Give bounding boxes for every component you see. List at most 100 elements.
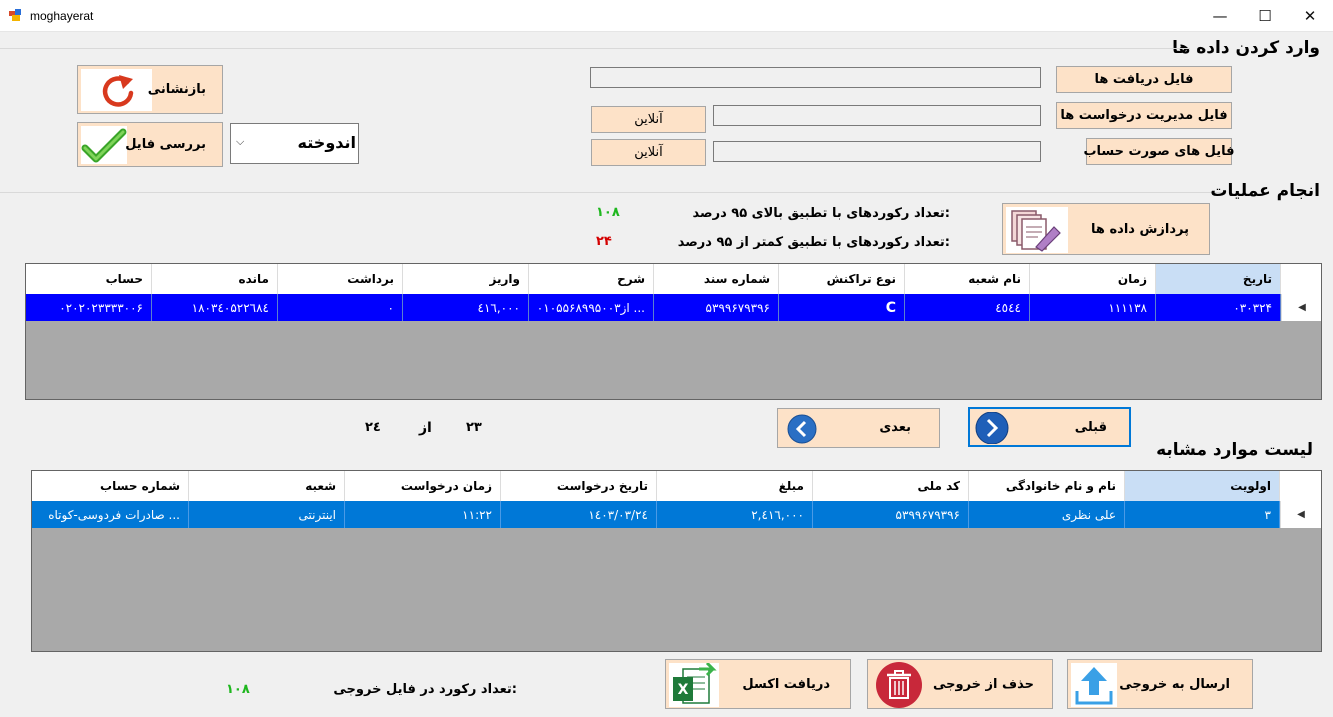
online-button-1[interactable]: آنلاین	[591, 106, 706, 133]
chevron-right-icon	[973, 411, 1011, 445]
column-header[interactable]: شماره حساب	[32, 471, 189, 501]
chevron-down-icon: ⌵	[236, 135, 245, 148]
table-row[interactable]: ۳ علی نظری ۵۳۹۹۶۷۹۳۹۶ ۲,٤١٦,۰۰۰ ۱٤۰۳/۰۳/…	[32, 501, 1280, 528]
delete-from-output-label: حذف از خروجی	[932, 677, 1034, 692]
account-type-value: اندوخته	[297, 133, 356, 152]
column-header[interactable]: شرح	[529, 264, 654, 294]
refresh-icon	[81, 69, 152, 111]
close-button[interactable]: ✕	[1287, 0, 1333, 32]
column-header[interactable]: تاریخ	[1156, 264, 1281, 294]
current-page: ۲۳	[466, 420, 482, 435]
table-cell: علی نظری	[969, 501, 1125, 528]
process-data-button[interactable]: پردازش داده ها	[1002, 203, 1210, 255]
table-cell: ۵۳۹۹۶۷۹۳۹۶	[654, 294, 779, 321]
table-cell: ۱۱۱۱۳۸	[1030, 294, 1156, 321]
column-header[interactable]: نام شعبه	[905, 264, 1030, 294]
request-mgmt-file-button[interactable]: فایل مدیریت درخواست ها	[1056, 102, 1232, 129]
operations-title: انجام عملیات	[1210, 181, 1320, 201]
match-below-value: ۲۴	[596, 234, 612, 249]
divider	[0, 192, 1225, 193]
table-cell: ٤١٦,۰۰۰	[403, 294, 529, 321]
table-cell: از۰۱۰۵۵۶۸۹۹۵۰۰۳ ...	[529, 294, 654, 321]
divider	[0, 48, 1190, 49]
next-page-button[interactable]: بعدی	[777, 408, 940, 448]
next-page-label: بعدی	[879, 420, 911, 435]
maximize-button[interactable]: ☐	[1242, 0, 1288, 32]
checkmark-icon	[81, 126, 127, 164]
row-selector-arrow-icon[interactable]: ◀	[1281, 294, 1321, 321]
window-title: moghayerat	[30, 9, 94, 23]
table-cell: ۰	[278, 294, 403, 321]
process-data-label: پردازش داده ها	[1091, 222, 1189, 237]
column-header[interactable]: تاریخ درخواست	[501, 471, 657, 501]
column-header[interactable]: مانده	[152, 264, 278, 294]
similar-list-title: لیست موارد مشابه	[1156, 440, 1313, 460]
table-cell: ٤٥٤٤	[905, 294, 1030, 321]
download-excel-label: دریافت اکسل	[742, 677, 830, 692]
column-header[interactable]: نام و نام خانوادگی	[969, 471, 1125, 501]
column-header[interactable]: شماره سند	[654, 264, 779, 294]
document-edit-icon	[1006, 207, 1068, 253]
column-header[interactable]: برداشت	[278, 264, 403, 294]
upload-arrow-icon	[1071, 663, 1117, 707]
table-cell: ۰۲۰۲۰۲۳۳۳۳۰۰۶	[26, 294, 152, 321]
statements-file-path-input[interactable]	[713, 141, 1041, 162]
send-to-output-button[interactable]: ارسال به خروجی	[1067, 659, 1253, 709]
column-header[interactable]: اولویت	[1125, 471, 1280, 501]
grid-header: تاریخ زمان نام شعبه نوع تراکنش شماره سند…	[26, 264, 1321, 294]
online-button-2[interactable]: آنلاین	[591, 139, 706, 166]
table-cell: ۰۳۰۳۲۴	[1156, 294, 1281, 321]
total-pages: ۲٤	[365, 420, 381, 435]
output-count-value: ۱۰۸	[226, 682, 250, 697]
table-cell: صادرات فردوسی-کوتاه ...	[32, 501, 189, 528]
request-file-path-input[interactable]	[713, 105, 1041, 126]
previous-page-label: قبلی	[1074, 420, 1107, 435]
column-header[interactable]: زمان	[1030, 264, 1156, 294]
match-above-value: ۱۰۸	[596, 205, 620, 220]
app-icon	[9, 9, 23, 21]
column-header[interactable]: شعبه	[189, 471, 345, 501]
output-count-label: تعداد رکورد در فایل خروجی:	[333, 682, 517, 697]
match-below-label: تعداد رکوردهای با تطبیق کمتر از ۹۵ درصد:	[677, 235, 950, 250]
column-header[interactable]: زمان درخواست	[345, 471, 501, 501]
column-header[interactable]: واریز	[403, 264, 529, 294]
table-cell: ۳	[1125, 501, 1280, 528]
table-cell: ۱۸۰۳٤۰۵۲۲٦۸٤	[152, 294, 278, 321]
account-type-select[interactable]: ⌵ اندوخته	[230, 123, 359, 164]
title-bar: moghayerat — ☐ ✕	[0, 0, 1333, 32]
trash-icon	[870, 662, 928, 708]
page-of-label: از	[419, 420, 432, 436]
column-header[interactable]: کد ملی	[813, 471, 969, 501]
check-file-label: بررسی فایل	[125, 137, 206, 152]
row-selector-arrow-icon[interactable]: ◀	[1280, 501, 1321, 528]
reset-label: بازنشانی	[147, 82, 206, 97]
reset-button[interactable]: بازنشانی	[77, 65, 223, 114]
minimize-button[interactable]: —	[1197, 0, 1243, 32]
delete-from-output-button[interactable]: حذف از خروجی	[867, 659, 1053, 709]
previous-page-button[interactable]: قبلی	[968, 407, 1131, 447]
grid-header: اولویت نام و نام خانوادگی کد ملی مبلغ تا…	[32, 471, 1321, 501]
table-cell: C	[779, 294, 905, 321]
svg-text:X: X	[678, 682, 689, 698]
transactions-grid[interactable]: تاریخ زمان نام شعبه نوع تراکنش شماره سند…	[25, 263, 1322, 400]
chevron-left-icon	[786, 414, 818, 444]
column-header[interactable]: نوع تراکنش	[779, 264, 905, 294]
receive-file-path-input[interactable]	[590, 67, 1041, 88]
match-above-label: تعداد رکوردهای با تطبیق بالای ۹۵ درصد:	[692, 206, 950, 221]
check-file-button[interactable]: بررسی فایل	[77, 122, 223, 167]
table-cell: ۵۳۹۹۶۷۹۳۹۶	[813, 501, 969, 528]
send-to-output-label: ارسال به خروجی	[1119, 677, 1230, 692]
table-cell: اینترنتی	[189, 501, 345, 528]
table-cell: ۱٤۰۳/۰۳/۲٤	[501, 501, 657, 528]
table-cell: ۱۱:۲۲	[345, 501, 501, 528]
excel-icon: X	[669, 661, 719, 707]
download-excel-button[interactable]: X دریافت اکسل	[665, 659, 851, 709]
data-entry-title: وارد کردن داده ها	[1172, 38, 1320, 58]
statements-file-button[interactable]: فایل های صورت حساب	[1083, 138, 1235, 165]
similar-list-grid[interactable]: اولویت نام و نام خانوادگی کد ملی مبلغ تا…	[31, 470, 1322, 652]
table-cell: ۲,٤١٦,۰۰۰	[657, 501, 813, 528]
column-header[interactable]: حساب	[26, 264, 152, 294]
receive-file-button[interactable]: فایل دریافت ها	[1056, 66, 1232, 93]
column-header[interactable]: مبلغ	[657, 471, 813, 501]
table-row[interactable]: ۰۳۰۳۲۴ ۱۱۱۱۳۸ ٤٥٤٤ C ۵۳۹۹۶۷۹۳۹۶ از۰۱۰۵۵۶…	[26, 294, 1281, 321]
